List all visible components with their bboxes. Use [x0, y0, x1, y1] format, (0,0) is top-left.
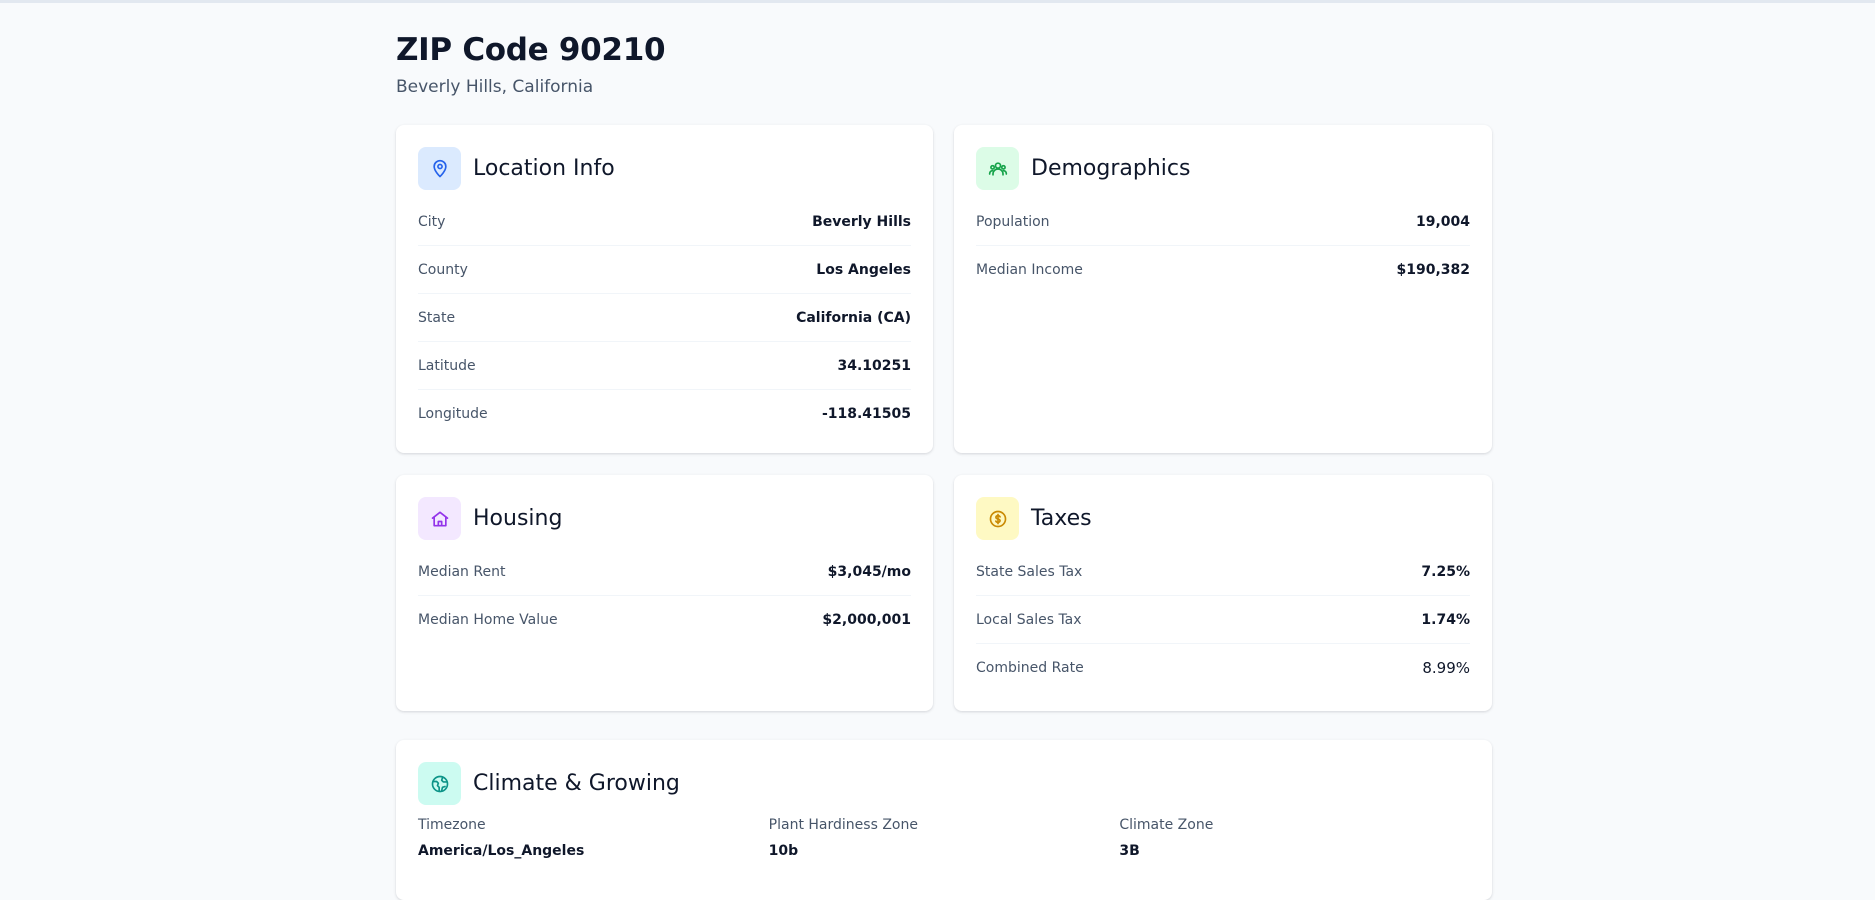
state-sales-tax-row: State Sales Tax 7.25%: [976, 548, 1470, 596]
card-header: Climate & Growing: [418, 762, 1470, 805]
climate-zone-item: Climate Zone 3B: [1119, 815, 1470, 861]
row-value: $3,045/mo: [827, 563, 911, 580]
row-label: Local Sales Tax: [976, 611, 1082, 628]
city-row: City Beverly Hills: [418, 198, 911, 246]
longitude-row: Longitude -118.41505: [418, 390, 911, 438]
card-header: Taxes: [976, 497, 1470, 540]
median-rent-row: Median Rent $3,045/mo: [418, 548, 911, 596]
row-value: California (CA): [796, 309, 911, 326]
card-header: Housing: [418, 497, 911, 540]
row-value: 8.99%: [1422, 659, 1470, 677]
row-value: 1.74%: [1421, 611, 1470, 628]
median-home-value-row: Median Home Value $2,000,001: [418, 596, 911, 644]
row-value: Los Angeles: [816, 261, 911, 278]
housing-card: Housing Median Rent $3,045/mo Median Hom…: [396, 475, 933, 711]
item-label: Climate Zone: [1119, 817, 1214, 833]
row-label: Median Home Value: [418, 612, 558, 628]
row-value: $2,000,001: [822, 612, 911, 628]
row-label: Population: [976, 213, 1050, 230]
combined-rate-row: Combined Rate 8.99%: [976, 644, 1470, 692]
row-label: County: [418, 261, 468, 278]
plant-hardiness-zone-item: Plant Hardiness Zone 10b: [769, 815, 1120, 861]
row-value: 7.25%: [1421, 563, 1470, 580]
card-header: Demographics: [976, 147, 1470, 190]
row-label: Combined Rate: [976, 660, 1084, 676]
row-value: -118.41505: [821, 406, 911, 422]
card-title: Demographics: [1031, 156, 1191, 181]
card-title: Taxes: [1031, 506, 1092, 531]
row-label: Median Income: [976, 262, 1083, 278]
home-icon: [418, 497, 461, 540]
card-title: Climate & Growing: [473, 771, 680, 796]
card-title: Location Info: [473, 156, 615, 181]
local-sales-tax-row: Local Sales Tax 1.74%: [976, 596, 1470, 644]
row-value: $190,382: [1396, 262, 1470, 278]
item-value: America/Los_Angeles: [418, 843, 585, 859]
median-income-row: Median Income $190,382: [976, 246, 1470, 294]
page-subtitle: Beverly Hills, California: [396, 77, 594, 97]
users-icon: [976, 147, 1019, 190]
row-value: 34.10251: [837, 357, 911, 374]
dollar-coin-icon: [976, 497, 1019, 540]
row-label: City: [418, 213, 446, 230]
state-row: State California (CA): [418, 294, 911, 342]
page-title: ZIP Code 90210: [396, 32, 666, 68]
item-value: 10b: [768, 843, 799, 859]
demographics-card: Demographics Population 19,004 Median In…: [954, 125, 1492, 453]
item-value: 3B: [1119, 843, 1140, 859]
item-label: Timezone: [418, 817, 486, 833]
latitude-row: Latitude 34.10251: [418, 342, 911, 390]
globe-icon: [418, 762, 461, 805]
population-row: Population 19,004: [976, 198, 1470, 246]
card-title: Housing: [473, 506, 563, 531]
map-pin-icon: [418, 147, 461, 190]
card-header: Location Info: [418, 147, 911, 190]
county-row: County Los Angeles: [418, 246, 911, 294]
timezone-item: Timezone America/Los_Angeles: [418, 815, 769, 861]
climate-details: Timezone America/Los_Angeles Plant Hardi…: [418, 815, 1470, 861]
row-label: Median Rent: [418, 563, 506, 580]
item-label: Plant Hardiness Zone: [768, 817, 918, 833]
row-label: Latitude: [418, 357, 476, 374]
page-content: ZIP Code 90210 Beverly Hills, California…: [396, 30, 1492, 900]
row-value: 19,004: [1415, 213, 1470, 230]
climate-growing-card: Climate & Growing Timezone America/Los_A…: [396, 740, 1492, 900]
location-info-card: Location Info City Beverly Hills County …: [396, 125, 933, 453]
taxes-card: Taxes State Sales Tax 7.25% Local Sales …: [954, 475, 1492, 711]
row-label: State Sales Tax: [976, 563, 1083, 580]
row-value: Beverly Hills: [812, 213, 911, 230]
row-label: State: [418, 309, 456, 326]
top-border: [0, 0, 1875, 3]
row-label: Longitude: [418, 406, 488, 422]
